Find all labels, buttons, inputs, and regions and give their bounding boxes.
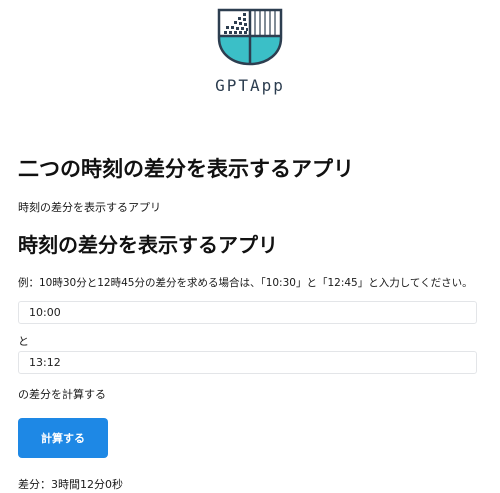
- page-subtitle: 時刻の差分を表示するアプリ: [18, 201, 161, 214]
- page-title: 二つの時刻の差分を表示するアプリ: [18, 157, 354, 181]
- result-text: 差分：3時間12分0秒: [18, 478, 123, 491]
- main-content: 二つの時刻の差分を表示するアプリ 時刻の差分を表示するアプリ 時刻の差分を表示す…: [18, 154, 482, 492]
- section-title: 時刻の差分を表示するアプリ: [18, 233, 278, 257]
- end-time-input[interactable]: 13:12: [18, 351, 477, 374]
- start-time-input[interactable]: 10:00: [18, 301, 477, 324]
- gptapp-shield-logo-icon: [217, 8, 283, 66]
- app-name: GPTApp: [215, 76, 285, 95]
- calculate-button[interactable]: 計算する: [18, 418, 108, 458]
- connector-label: と: [18, 335, 29, 348]
- app-logo: GPTApp: [0, 8, 500, 95]
- example-instructions: 例：10時30分と12時45分の差分を求める場合は、「10:30」と「12:45…: [18, 277, 473, 289]
- calculate-label: の差分を計算する: [18, 388, 106, 401]
